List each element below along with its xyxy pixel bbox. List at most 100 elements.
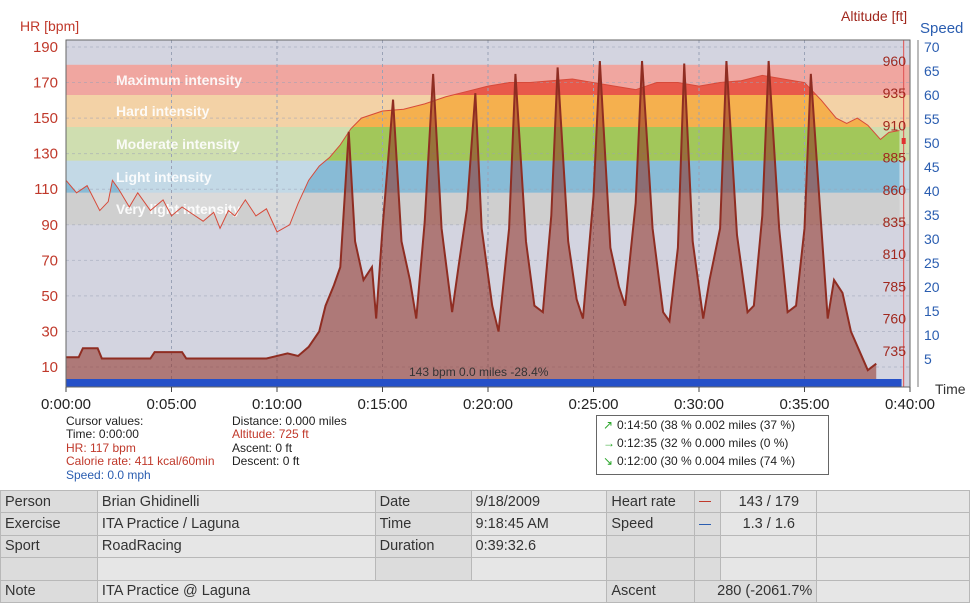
split-row-down: ↘ 0:12:00 (30 % 0.004 miles (74 %) <box>597 452 828 470</box>
hr-tick-label: 70 <box>41 252 58 269</box>
duration-value[interactable]: 0:39:32.6 <box>470 534 608 559</box>
ascent-value: 280 (-2061.7% <box>694 579 818 603</box>
exercise-value[interactable]: ITA Practice / Laguna <box>96 512 376 536</box>
hr-legend-swatch <box>699 501 712 503</box>
table-row: Note ITA Practice @ Laguna Ascent 280 (-… <box>0 579 970 603</box>
speed-tick-label: 65 <box>924 63 940 79</box>
speed-label: Speed <box>606 512 696 536</box>
time-label: Time <box>374 512 472 536</box>
table-row: Exercise ITA Practice / Laguna Time 9:18… <box>0 512 970 536</box>
hr-tick-label: 170 <box>33 75 58 92</box>
arrow-down-icon: ↘ <box>603 454 614 468</box>
time-tick-label: 0:40:00 <box>885 396 935 413</box>
empty-cell <box>606 534 696 559</box>
altitude-tick-label: 910 <box>883 117 907 133</box>
cursor-ascent: Ascent: 0 ft <box>232 440 293 455</box>
speed-tick-label: 50 <box>924 135 940 151</box>
altitude-tick-label: 835 <box>883 214 907 230</box>
cursor-values-panel: Cursor values: Time: 0:00:00 HR: 117 bpm… <box>66 414 215 482</box>
empty-cell <box>816 489 970 514</box>
altitude-tick-label: 960 <box>883 53 907 69</box>
ascent-label: Ascent <box>606 579 696 603</box>
split-row-flat: → 0:12:35 (32 % 0.000 miles (0 %) <box>597 434 828 452</box>
altitude-tick-label: 810 <box>883 246 907 262</box>
split-text: 0:12:00 (30 % 0.004 miles (74 %) <box>617 454 796 468</box>
time-tick-label: 0:15:00 <box>357 396 407 413</box>
hr-tick-label: 50 <box>41 288 58 305</box>
split-text: 0:14:50 (38 % 0.002 miles (37 %) <box>617 418 796 432</box>
person-value[interactable]: Brian Ghidinelli <box>96 489 376 514</box>
cursor-title: Cursor values: <box>66 414 144 428</box>
cursor-marker <box>901 138 906 144</box>
empty-cell <box>694 534 722 559</box>
time-tick-label: 0:20:00 <box>463 396 513 413</box>
altitude-tick-label: 860 <box>883 182 907 198</box>
hr-altitude-chart[interactable]: Maximum intensity Hard intensity Moderate … <box>0 0 970 415</box>
time-tick-label: 0:00:00 <box>41 396 91 413</box>
empty-cell <box>816 512 970 536</box>
cursor-altitude: Altitude: 725 ft <box>232 427 309 442</box>
time-axis-title: Time <box>935 381 966 397</box>
cursor-values-panel-2: Distance: 0.000 miles Altitude: 725 ft A… <box>232 414 347 469</box>
empty-cell <box>470 557 608 581</box>
hr-tick-label: 110 <box>34 181 58 198</box>
speed-tick-label: 60 <box>924 87 940 103</box>
speed-line <box>66 379 902 387</box>
arrow-right-icon: → <box>603 436 615 450</box>
zone-label-1: Hard intensity <box>116 103 210 119</box>
empty-cell <box>816 579 970 603</box>
cursor-distance: Distance: 0.000 miles <box>232 414 347 428</box>
speed-tick-label: 30 <box>924 231 940 247</box>
speed-tick-label: 45 <box>924 159 940 175</box>
speed-legend-swatch <box>699 523 712 525</box>
hr-tick-label: 150 <box>33 110 58 127</box>
note-label: Note <box>0 579 98 603</box>
heart-rate-legend <box>694 489 722 514</box>
sport-label: Sport <box>0 534 98 559</box>
time-tick-label: 0:10:00 <box>252 396 302 413</box>
time-tick-label: 0:05:00 <box>146 396 196 413</box>
person-label: Person <box>0 489 98 514</box>
hr-tick-label: 30 <box>41 323 58 340</box>
exercise-info-table: Person Brian Ghidinelli Date 9/18/2009 H… <box>0 489 970 603</box>
altitude-tick-label: 935 <box>883 85 907 101</box>
altitude-tick-label: 735 <box>883 343 907 359</box>
hr-tick-label: 130 <box>33 146 58 163</box>
altitude-tick-label: 760 <box>883 311 907 327</box>
exercise-label: Exercise <box>0 512 98 536</box>
time-tick-label: 0:30:00 <box>674 396 724 413</box>
speed-tick-label: 15 <box>924 303 940 319</box>
cursor-speed: Speed: 0.0 mph <box>66 467 151 482</box>
time-tick-label: 0:25:00 <box>568 396 618 413</box>
speed-axis-title: Speed <box>920 20 964 37</box>
arrow-up-icon: ↗ <box>603 418 614 432</box>
altitude-tick-label: 885 <box>883 150 907 166</box>
empty-cell <box>374 557 472 581</box>
sport-value[interactable]: RoadRacing <box>96 534 376 559</box>
note-value[interactable]: ITA Practice @ Laguna <box>96 579 608 603</box>
duration-label: Duration <box>374 534 472 559</box>
table-row: Sport RoadRacing Duration 0:39:32.6 <box>0 534 970 559</box>
cursor-descent: Descent: 0 ft <box>232 454 300 469</box>
speed-tick-label: 5 <box>924 351 932 367</box>
time-value[interactable]: 9:18:45 AM <box>470 512 608 536</box>
hr-tick-label: 190 <box>33 39 58 56</box>
time-tick-label: 0:35:00 <box>779 396 829 413</box>
heart-rate-label: Heart rate <box>606 489 696 514</box>
empty-cell <box>720 557 818 581</box>
zone-label-2: Moderate intensity <box>116 136 240 152</box>
zone-label-4: Very light intensity <box>116 201 241 217</box>
table-row <box>0 557 970 581</box>
hr-axis-title: HR [bpm] <box>20 18 80 34</box>
date-value[interactable]: 9/18/2009 <box>470 489 608 514</box>
speed-tick-label: 70 <box>924 39 940 55</box>
split-row-up: ↗ 0:14:50 (38 % 0.002 miles (37 %) <box>597 416 828 434</box>
chart-area: Maximum intensity Hard intensity Moderate … <box>0 0 970 415</box>
zone-label-0: Maximum intensity <box>116 72 242 88</box>
speed-tick-label: 20 <box>924 279 940 295</box>
date-label: Date <box>374 489 472 514</box>
table-row: Person Brian Ghidinelli Date 9/18/2009 H… <box>0 489 970 514</box>
speed-tick-label: 10 <box>924 327 940 343</box>
speed-legend <box>694 512 722 536</box>
altitude-tick-label: 785 <box>883 278 907 294</box>
